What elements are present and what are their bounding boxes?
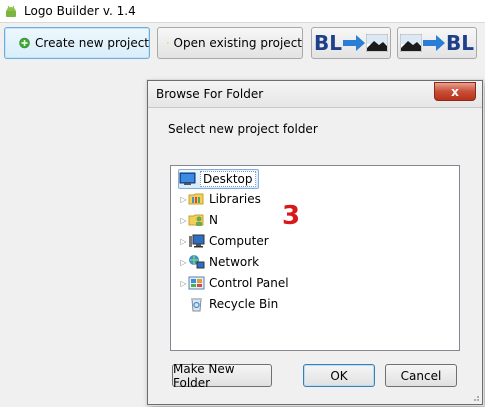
cancel-button[interactable]: Cancel: [385, 364, 457, 387]
desktop-icon: [179, 172, 196, 185]
tree-item-label: Desktop: [200, 171, 256, 187]
expand-arrow-icon[interactable]: ▷: [179, 237, 188, 246]
tree-item-libraries[interactable]: ▷ Libraries: [179, 190, 261, 208]
image-to-bl-button[interactable]: BL: [397, 27, 477, 59]
ok-button[interactable]: OK: [303, 364, 375, 387]
tree-item-desktop[interactable]: Desktop: [178, 169, 259, 189]
expand-arrow-icon[interactable]: ▷: [179, 195, 188, 204]
close-button[interactable]: x: [434, 82, 476, 101]
create-new-project-button[interactable]: Create new project: [4, 27, 150, 59]
dialog-prompt: Select new project folder: [168, 122, 318, 136]
cancel-label: Cancel: [400, 368, 442, 383]
user-folder-icon: [188, 214, 204, 226]
computer-icon: [189, 234, 205, 248]
toolbar: Create new project Open existing project…: [0, 23, 485, 65]
open-existing-project-button[interactable]: Open existing project: [157, 27, 303, 59]
tree-item-label: Network: [209, 255, 260, 269]
android-app-icon: [6, 5, 16, 17]
tree-item-recycle-bin[interactable]: Recycle Bin: [188, 295, 278, 313]
right-arrow-icon: [343, 35, 365, 51]
tree-item-label: Recycle Bin: [209, 297, 279, 311]
expand-arrow-icon[interactable]: ▷: [179, 258, 188, 267]
make-new-folder-label: Make New Folder: [173, 361, 235, 390]
open-existing-project-label: Open existing project: [173, 36, 302, 50]
dialog-title: Browse For Folder: [156, 87, 264, 101]
recycle-bin-icon: [191, 298, 202, 312]
tree-item-computer[interactable]: ▷ Computer: [179, 232, 269, 250]
app-title: Logo Builder v. 1.4: [24, 4, 136, 18]
expand-arrow-icon[interactable]: ▷: [179, 216, 188, 225]
dialog-titlebar: Browse For Folder x: [148, 81, 482, 108]
resize-grip-icon[interactable]: [470, 392, 480, 402]
tree-item-control-panel[interactable]: ▷ Control Panel: [179, 274, 289, 292]
bl-to-image-button[interactable]: BL: [311, 27, 391, 59]
network-icon: [189, 255, 205, 269]
right-arrow-icon: [423, 35, 445, 51]
landscape-image-icon: [400, 34, 422, 52]
tree-item-user-folder[interactable]: ▷ N: [179, 211, 218, 229]
bl-text: BL: [314, 31, 342, 55]
ok-label: OK: [330, 368, 348, 383]
close-icon: x: [451, 84, 459, 99]
tree-item-network[interactable]: ▷ Network: [179, 253, 259, 271]
make-new-folder-button[interactable]: Make New Folder: [172, 361, 272, 390]
libraries-folder-icon: [188, 193, 204, 205]
tree-item-label: N: [209, 213, 218, 227]
up-arrow-circle-icon: [167, 42, 169, 44]
plus-circle-icon: [19, 37, 30, 49]
landscape-image-icon: [366, 34, 388, 52]
browse-folder-dialog: Browse For Folder x Select new project f…: [147, 80, 483, 405]
tree-item-label: Libraries: [209, 192, 261, 206]
folder-tree[interactable]: Desktop ▷ Libraries ▷ N ▷ Computer ▷ Net…: [170, 165, 460, 351]
app-titlebar: Logo Builder v. 1.4: [0, 0, 485, 23]
tree-item-label: Computer: [209, 234, 269, 248]
create-new-project-label: Create new project: [35, 36, 149, 50]
tree-item-label: Control Panel: [209, 276, 289, 290]
expand-arrow-icon[interactable]: ▷: [179, 279, 188, 288]
annotation-number: 3: [282, 201, 301, 231]
control-panel-icon: [188, 276, 205, 290]
bl-text: BL: [446, 31, 474, 55]
